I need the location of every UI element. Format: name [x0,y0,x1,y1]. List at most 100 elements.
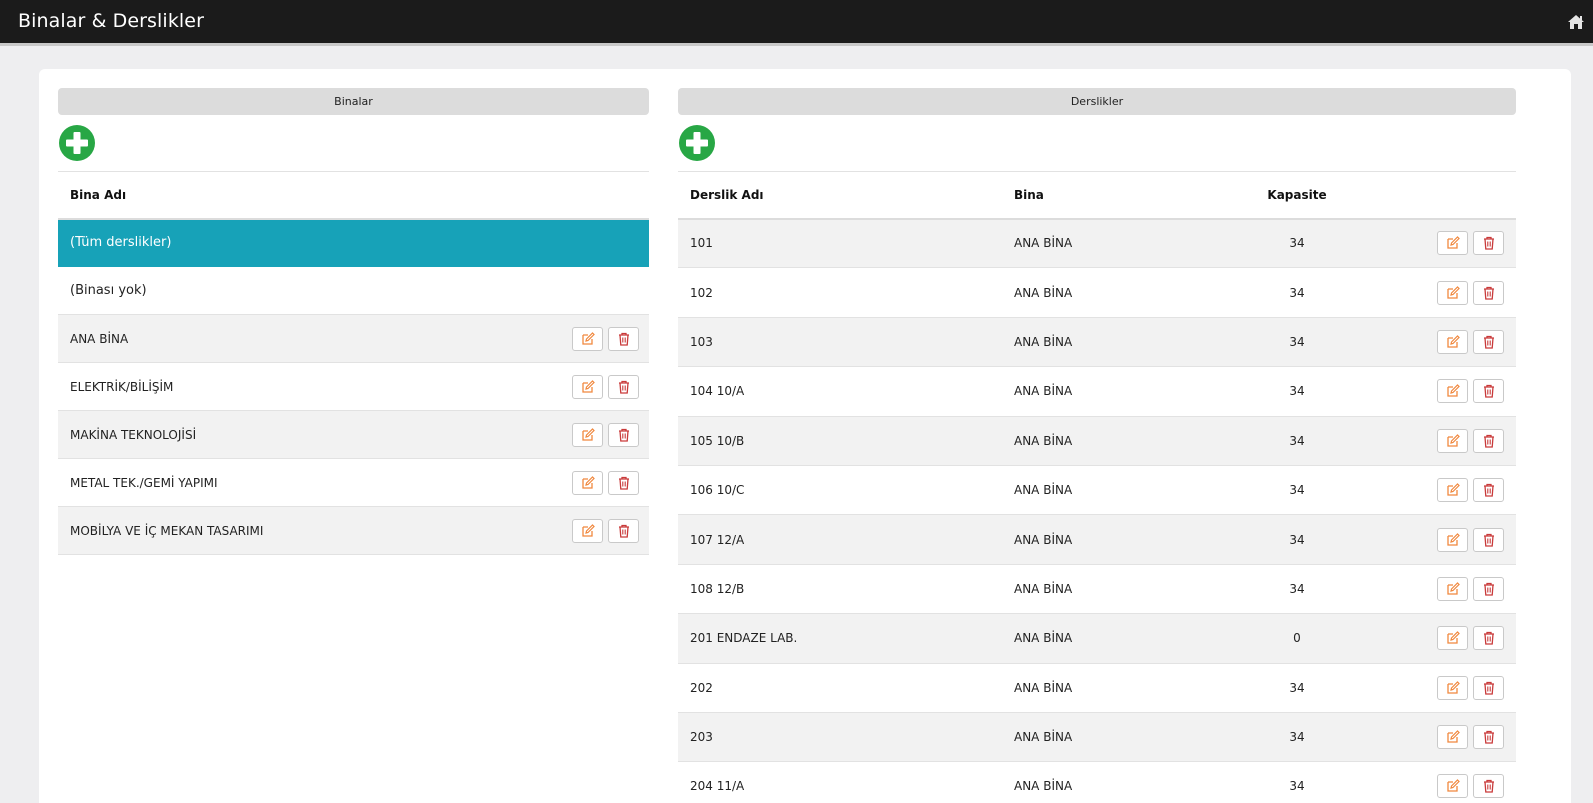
derslik-row[interactable]: 201 ENDAZE LAB. ANA BİNA 0 [678,613,1516,664]
derslikler-header: Derslikler [678,88,1516,115]
delete-button[interactable] [1473,527,1504,552]
trash-icon [1484,434,1494,448]
derslik-bina: ANA BİNA [1002,366,1202,417]
derslik-kapasite: 34 [1202,218,1392,269]
delete-button[interactable] [1473,428,1504,453]
row-actions [559,458,649,507]
edit-button[interactable] [572,374,603,399]
edit-button[interactable] [1437,280,1469,305]
binalar-table-header: Bina Adı [58,171,649,220]
derslikler-table: Derslik Adı Bina Kapasite 101 ANA BİNA 34 … [678,171,1516,803]
trash-icon [1484,286,1494,300]
plus-circle-icon [59,125,95,161]
delete-button[interactable] [1473,774,1504,799]
delete-button[interactable] [1473,379,1504,404]
edit-button[interactable] [572,518,603,543]
delete-button[interactable] [1473,280,1504,305]
delete-button[interactable] [1473,725,1504,750]
delete-button[interactable] [1473,576,1504,601]
derslik-kapasite: 34 [1202,761,1392,803]
derslik-row[interactable]: 105 10/B ANA BİNA 34 [678,416,1516,466]
edit-button[interactable] [1437,725,1469,750]
delete-button[interactable] [1473,478,1504,503]
bina-row[interactable]: ANA BİNA [58,314,649,363]
derslik-row[interactable]: 107 12/A ANA BİNA 34 [678,514,1516,565]
bina-name: MOBİLYA VE İÇ MEKAN TASARIMI [58,506,559,555]
edit-button[interactable] [1437,478,1469,503]
derslik-row[interactable]: 103 ANA BİNA 34 [678,317,1516,368]
derslik-bina: ANA BİNA [1002,317,1202,368]
add-derslik-button[interactable] [678,124,716,162]
derslik-kapasite: 34 [1202,564,1392,615]
bina-row[interactable]: MAKİNA TEKNOLOJİSİ [58,410,649,459]
edit-button[interactable] [1437,379,1469,404]
bina-name: (Tüm derslikler) [58,218,559,267]
derslik-row[interactable]: 203 ANA BİNA 34 [678,712,1516,763]
row-actions [1392,465,1516,516]
delete-button[interactable] [607,326,639,351]
row-actions [1392,366,1516,417]
edit-button[interactable] [572,422,603,447]
derslik-name: 104 10/A [678,366,1002,417]
derslik-name: 203 [678,712,1002,763]
derslik-row[interactable]: 106 10/C ANA BİNA 34 [678,465,1516,516]
derslik-row[interactable]: 202 ANA BİNA 34 [678,663,1516,713]
edit-button[interactable] [1437,428,1469,453]
delete-button[interactable] [1473,675,1504,700]
column-derslik-adi: Derslik Adı [678,171,1002,220]
row-actions [1392,761,1516,803]
delete-button[interactable] [607,422,639,447]
edit-button[interactable] [1437,231,1469,256]
delete-button[interactable] [607,470,639,495]
derslik-name: 202 [678,663,1002,713]
derslik-name: 103 [678,317,1002,368]
derslikler-section: Derslikler Derslik Adı Bina Kapasite 101… [678,88,1516,803]
trash-icon [1484,780,1494,794]
bina-row[interactable]: ELEKTRİK/BİLİŞİM [58,362,649,411]
derslik-kapasite: 34 [1202,663,1392,713]
edit-button[interactable] [1437,329,1469,354]
plus-circle-icon [679,125,715,161]
edit-button[interactable] [1437,527,1469,552]
bina-row[interactable]: MOBİLYA VE İÇ MEKAN TASARIMI [58,506,649,555]
derslik-row[interactable]: 101 ANA BİNA 34 [678,218,1516,269]
derslik-name: 102 [678,267,1002,318]
derslik-row[interactable]: 204 11/A ANA BİNA 34 [678,761,1516,803]
row-actions [1392,416,1516,466]
trash-icon [618,428,629,442]
derslik-kapasite: 34 [1202,712,1392,763]
trash-icon [1484,483,1494,497]
edit-button[interactable] [1437,576,1469,601]
add-bina-button[interactable] [58,124,96,162]
column-kapasite: Kapasite [1202,171,1392,220]
derslik-bina: ANA BİNA [1002,564,1202,615]
derslik-name: 106 10/C [678,465,1002,516]
edit-button[interactable] [1437,626,1469,651]
bina-row[interactable]: METAL TEK./GEMİ YAPIMI [58,458,649,507]
row-actions [559,314,649,363]
delete-button[interactable] [607,518,639,543]
home-icon[interactable] [1567,14,1585,30]
delete-button[interactable] [607,374,639,399]
delete-button[interactable] [1473,329,1504,354]
edit-button[interactable] [1437,774,1469,799]
trash-icon [1484,335,1494,349]
derslik-row[interactable]: 102 ANA BİNA 34 [678,267,1516,318]
derslik-name: 201 ENDAZE LAB. [678,613,1002,664]
edit-button[interactable] [572,326,603,351]
bina-row[interactable]: (Binası yok) [58,266,649,315]
edit-button[interactable] [572,470,603,495]
bina-row[interactable]: (Tüm derslikler) [58,218,649,267]
bina-name: ANA BİNA [58,314,559,363]
column-actions [1392,171,1516,220]
derslik-row[interactable]: 104 10/A ANA BİNA 34 [678,366,1516,417]
row-actions [559,506,649,555]
edit-button[interactable] [1437,675,1469,700]
edit-icon [1447,730,1461,743]
column-bina-adi: Bina Adı [58,171,559,220]
delete-button[interactable] [1473,626,1504,651]
derslik-row[interactable]: 108 12/B ANA BİNA 34 [678,564,1516,615]
delete-button[interactable] [1473,231,1504,256]
derslik-bina: ANA BİNA [1002,514,1202,565]
row-actions [1392,514,1516,565]
